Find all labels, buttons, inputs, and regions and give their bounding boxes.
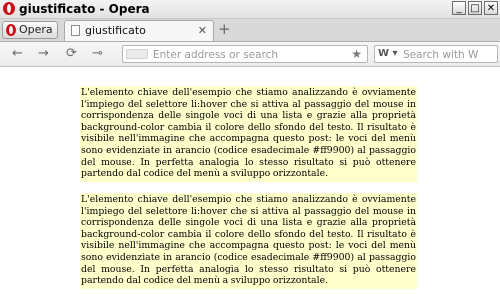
tab-close-icon[interactable]: ✕: [198, 24, 207, 38]
back-icon[interactable]: ←: [12, 46, 23, 62]
page-content: L'elemento chiave dell'esempio che stiam…: [0, 67, 500, 294]
navigation-toolbar: ← → ⟳ ⊸ ★ W ▾: [0, 42, 500, 67]
search-engine-selector[interactable]: W ▾: [378, 48, 398, 60]
window-titlebar: giustificato - Opera _ □ ✕: [0, 0, 500, 19]
opera-menu-label: Opera: [19, 23, 53, 36]
address-input[interactable]: [153, 48, 339, 61]
window-title: giustificato - Opera: [19, 2, 150, 16]
new-tab-icon[interactable]: +: [218, 22, 231, 37]
opera-menu-icon: [6, 24, 16, 36]
tab-label: giustificato: [85, 24, 146, 37]
justified-paragraph: L'elemento chiave dell'esempio che stiam…: [80, 86, 417, 182]
tab-bar: Opera giustificato ✕ +: [0, 19, 500, 42]
key-icon[interactable]: ⊸: [92, 46, 103, 62]
page-icon: [71, 25, 80, 36]
site-badge-icon: [126, 49, 148, 59]
reload-icon[interactable]: ⟳: [66, 46, 77, 62]
forward-icon[interactable]: →: [38, 46, 49, 62]
search-input[interactable]: [403, 48, 497, 61]
address-bar[interactable]: ★: [122, 45, 368, 63]
opera-menu-button[interactable]: Opera: [2, 21, 58, 39]
tab-giustificato[interactable]: giustificato ✕: [64, 20, 214, 41]
bookmark-star-icon[interactable]: ★: [351, 47, 362, 61]
minimize-button[interactable]: _: [452, 1, 466, 15]
opera-logo-icon: [3, 2, 15, 15]
maximize-button[interactable]: □: [468, 1, 482, 15]
justified-paragraph: L'elemento chiave dell'esempio che stiam…: [80, 193, 417, 289]
close-window-button[interactable]: ✕: [484, 1, 498, 15]
search-box[interactable]: W ▾: [374, 45, 498, 63]
